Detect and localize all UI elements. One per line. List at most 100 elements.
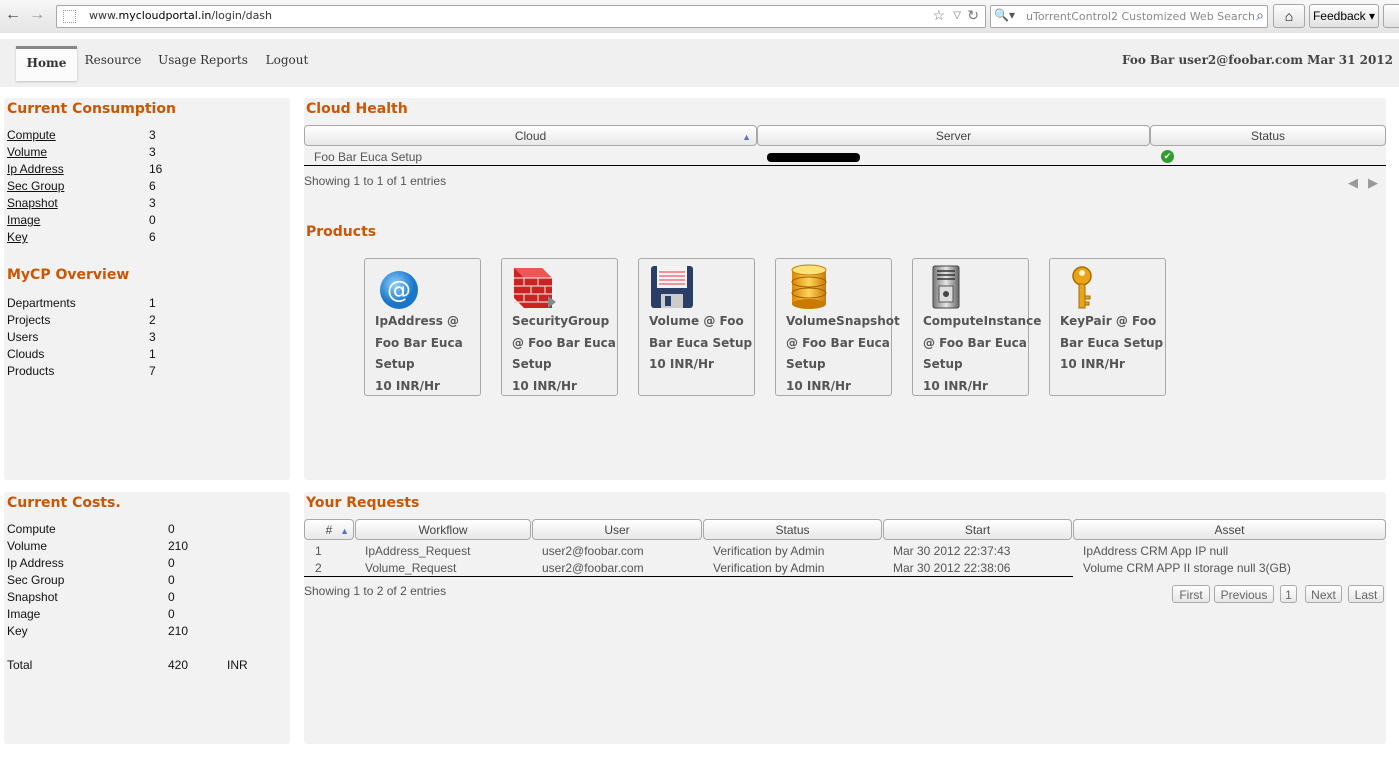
column-start[interactable]: Start: [883, 519, 1072, 540]
consumption-secgroup-value: 6: [149, 179, 156, 193]
first-page-button[interactable]: First: [1172, 585, 1210, 603]
product-price: 10 INR/Hr: [923, 378, 988, 393]
consumption-snapshot-value: 3: [149, 196, 156, 210]
product-price: 10 INR/Hr: [512, 378, 577, 393]
cost-total-value: 420: [168, 658, 189, 672]
cost-snapshot-label: Snapshot: [7, 590, 58, 604]
next-page-button[interactable]: Next: [1305, 585, 1342, 603]
column-status[interactable]: Status: [703, 519, 882, 540]
cloud-health-title: Cloud Health: [306, 101, 408, 117]
consumption-secgroup-link[interactable]: Sec Group: [7, 179, 64, 193]
overview-departments-label: Departments: [7, 296, 76, 310]
overview-users-value: 3: [149, 330, 156, 344]
url-text: www.mycloudportal.in/login/dash: [89, 9, 273, 22]
svg-text:@: @: [387, 276, 411, 304]
status-ok-icon: ✔: [1161, 150, 1174, 163]
product-price: 10 INR/Hr: [1060, 357, 1125, 371]
bookmark-star-icon[interactable]: ☆: [932, 7, 945, 24]
last-page-button[interactable]: Last: [1348, 585, 1384, 603]
table-bottom-rule: [304, 165, 1386, 166]
prev-page-arrow-icon[interactable]: ◀: [1348, 175, 1358, 191]
overview-clouds-label: Clouds: [7, 347, 45, 361]
consumption-image-link[interactable]: Image: [7, 213, 40, 227]
column-user[interactable]: User: [532, 519, 702, 540]
feedback-label: Feedback: [1312, 9, 1366, 23]
product-name: Volume @ Foo Bar Euca Setup 10 INR/Hr: [649, 311, 754, 376]
overview-products-value: 7: [149, 364, 156, 378]
tab-usage-reports[interactable]: Usage Reports: [158, 46, 248, 78]
request-workflow: IpAddress_Request: [365, 544, 471, 558]
home-icon[interactable]: ⌂: [1273, 4, 1305, 28]
next-page-arrow-icon[interactable]: ▶: [1368, 175, 1378, 191]
product-name: ComputeInstance @ Foo Bar Euca Setup 10 INR…: [923, 311, 1042, 397]
sort-asc-icon: ▲: [742, 132, 751, 142]
product-card-computeinstance[interactable]: ComputeInstance @ Foo Bar Euca Setup 10 INR…: [912, 258, 1042, 397]
back-arrow-icon[interactable]: ←: [2, 4, 24, 26]
product-name-line: IpAddress @: [375, 314, 460, 328]
cost-currency: INR: [227, 658, 248, 672]
key-icon: [1072, 266, 1092, 309]
reload-icon[interactable]: ↻: [967, 7, 979, 24]
consumption-ipaddress-link[interactable]: Ip Address: [7, 162, 64, 176]
column-asset[interactable]: Asset: [1073, 519, 1386, 540]
column-server[interactable]: Server: [757, 125, 1150, 146]
cloud-name-cell: Foo Bar Euca Setup: [314, 150, 423, 164]
search-engine-icon[interactable]: 🔍▾: [994, 8, 1015, 22]
feedback-button[interactable]: Feedback ▾: [1309, 4, 1379, 28]
consumption-image-value: 0: [149, 213, 156, 227]
app-nav: Home Resource Usage Reports Logout Foo B…: [0, 33, 1399, 87]
history-dropdown-icon[interactable]: ▽: [953, 10, 961, 21]
costs-panel: Current Costs. Compute 0 Volume 210 Ip A…: [4, 492, 290, 744]
search-bar[interactable]: 🔍▾ uTorrentControl2 Customized Web Searc…: [990, 5, 1268, 28]
column-workflow[interactable]: Workflow: [355, 519, 531, 540]
product-name: VolumeSnapshot @ Foo Bar Euca Setup 10 INR/…: [786, 311, 900, 397]
previous-page-button[interactable]: Previous: [1214, 585, 1274, 603]
product-name-line: ComputeInstance: [923, 314, 1042, 328]
product-card-keypair[interactable]: KeyPair @ Foo Bar Euca Setup 10 INR/Hr: [1049, 258, 1166, 396]
page-1-button[interactable]: 1: [1280, 585, 1297, 603]
product-card-volume[interactable]: Volume @ Foo Bar Euca Setup 10 INR/Hr: [638, 258, 755, 396]
product-name-line: Bar Euca Setup: [649, 335, 753, 350]
consumption-volume-link[interactable]: Volume: [7, 145, 47, 159]
product-card-volumesnapshot[interactable]: VolumeSnapshot @ Foo Bar Euca Setup 10 INR/…: [775, 258, 900, 397]
overview-title: MyCP Overview: [7, 267, 130, 283]
consumption-key-link[interactable]: Key: [7, 230, 28, 244]
sort-asc-icon: ▲: [340, 526, 349, 536]
overview-departments-value: 1: [149, 296, 156, 310]
request-start: Mar 30 2012 22:37:43: [893, 544, 1011, 558]
overview-clouds-value: 1: [149, 347, 156, 361]
request-user: user2@foobar.com: [542, 561, 644, 575]
page-favicon-icon: [63, 10, 76, 23]
overview-users-label: Users: [7, 330, 39, 344]
request-status: Verification by Admin: [713, 561, 825, 575]
cost-total-label: Total: [7, 658, 33, 672]
cost-volume-value: 210: [168, 539, 189, 553]
column-cloud[interactable]: Cloud ▲: [304, 125, 757, 146]
product-card-securitygroup[interactable]: SecurityGroup @ Foo Bar Euca Setup 10 INR/H…: [501, 258, 618, 396]
consumption-compute-link[interactable]: Compute: [7, 128, 56, 142]
product-name-line: Setup: [375, 357, 415, 371]
product-name-line: @ Foo Bar Euca: [786, 335, 890, 350]
address-bar[interactable]: www.mycloudportal.in/login/dash ☆ ▽ ↻: [56, 5, 986, 28]
forward-arrow-icon[interactable]: →: [26, 4, 48, 26]
user-info: Foo Bar user2@foobar.com Mar 31 2012: [1121, 53, 1393, 67]
database-icon: [791, 264, 827, 309]
tab-resource[interactable]: Resource: [82, 46, 144, 78]
tab-home[interactable]: Home: [16, 46, 77, 81]
column-number[interactable]: # ▲: [304, 519, 354, 540]
consumption-volume-value: 3: [149, 145, 156, 159]
column-cloud-label: Cloud: [514, 129, 547, 143]
product-name-line: Setup: [512, 357, 552, 371]
product-card-ipaddress[interactable]: @ IpAddress @ Foo Bar Euca Setup 10 INR/Hr: [364, 258, 481, 396]
cost-image-label: Image: [7, 607, 41, 621]
search-input[interactable]: uTorrentControl2 Customized Web Search: [1026, 10, 1255, 23]
tab-logout[interactable]: Logout: [262, 46, 312, 78]
request-asset: IpAddress CRM App IP null: [1083, 544, 1229, 558]
cost-image-value: 0: [168, 607, 175, 621]
cloud-health-header: Cloud ▲ Server Status: [304, 125, 1386, 147]
toolbar-overflow-button[interactable]: [1383, 4, 1399, 28]
consumption-snapshot-link[interactable]: Snapshot: [7, 196, 58, 210]
request-status: Verification by Admin: [713, 544, 825, 558]
column-status[interactable]: Status: [1150, 125, 1386, 146]
search-go-icon[interactable]: ⌕: [1256, 7, 1264, 24]
